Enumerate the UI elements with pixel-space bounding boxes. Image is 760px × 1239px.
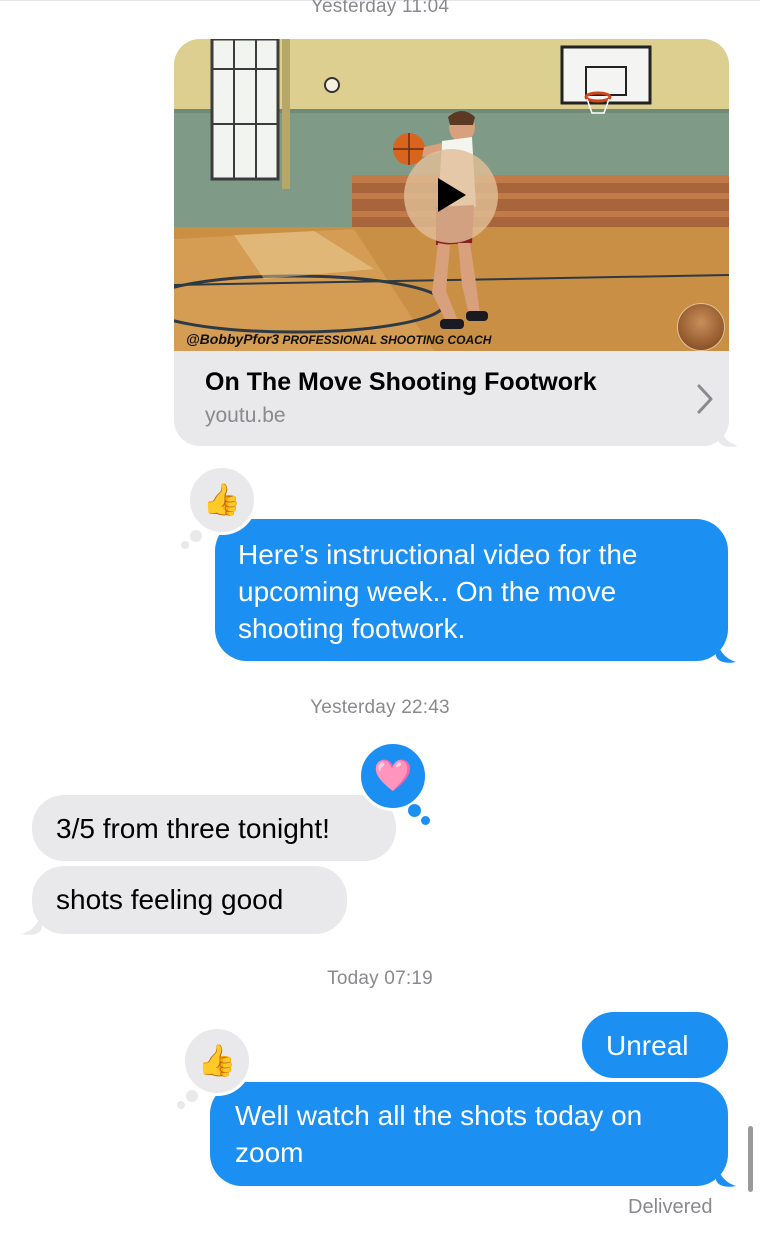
link-title: On The Move Shooting Footwork — [205, 368, 597, 396]
reaction-tail-dot — [190, 530, 202, 542]
watermark-handle: @BobbyPfor3 — [186, 331, 279, 347]
delivery-status: Delivered — [628, 1196, 713, 1218]
watermark-caption: PROFESSIONAL SHOOTING COACH — [282, 333, 492, 347]
reaction-badge[interactable]: 🩷 — [358, 741, 428, 811]
reaction-badge[interactable]: 👍 — [187, 465, 257, 535]
message-text: shots feeling good — [56, 884, 284, 915]
channel-logo — [677, 303, 725, 351]
bubble-tail — [718, 420, 738, 447]
message-text: Unreal — [606, 1030, 689, 1061]
bubble-tail — [22, 908, 42, 935]
link-preview-footer[interactable]: On The Move Shooting Footwork youtu.be — [174, 351, 729, 446]
reaction-tail-dot — [421, 816, 430, 825]
link-domain: youtu.be — [205, 404, 286, 427]
video-thumbnail[interactable]: @BobbyPfor3 PROFESSIONAL SHOOTING COACH — [174, 39, 729, 351]
channel-watermark: @BobbyPfor3 PROFESSIONAL SHOOTING COACH — [186, 331, 491, 347]
sent-message[interactable]: Unreal — [582, 1012, 728, 1078]
bubble-tail — [716, 636, 736, 663]
reaction-badge[interactable]: 👍 — [182, 1026, 252, 1096]
reaction-tail-dot — [177, 1101, 185, 1109]
received-message[interactable]: shots feeling good — [32, 866, 347, 934]
reaction-tail-dot — [186, 1090, 198, 1102]
message-text: Here’s instructional video for the upcom… — [238, 539, 638, 644]
play-button[interactable] — [404, 149, 498, 243]
sent-message[interactable]: Well watch all the shots today on zoom — [210, 1082, 728, 1186]
timestamp: Yesterday 22:43 — [310, 697, 450, 718]
play-icon — [438, 178, 466, 212]
pink-heart-icon: 🩷 — [373, 758, 413, 793]
thumbs-up-icon: 👍 — [202, 482, 242, 517]
sent-message[interactable]: Here’s instructional video for the upcom… — [215, 519, 728, 661]
received-message[interactable]: 3/5 from three tonight! — [32, 795, 396, 861]
message-text: Well watch all the shots today on zoom — [235, 1100, 643, 1168]
timestamp: Today 07:19 — [327, 968, 433, 989]
scrollbar[interactable] — [748, 1126, 753, 1192]
chevron-right-icon[interactable] — [696, 383, 714, 415]
bubble-tail — [716, 1160, 736, 1187]
reaction-tail-dot — [408, 804, 421, 817]
link-preview-card[interactable]: @BobbyPfor3 PROFESSIONAL SHOOTING COACH … — [174, 39, 729, 446]
timestamp: Yesterday 11:04 — [310, 0, 450, 17]
reaction-tail-dot — [181, 541, 189, 549]
message-text: 3/5 from three tonight! — [56, 813, 330, 844]
thumbs-up-icon: 👍 — [197, 1043, 237, 1078]
